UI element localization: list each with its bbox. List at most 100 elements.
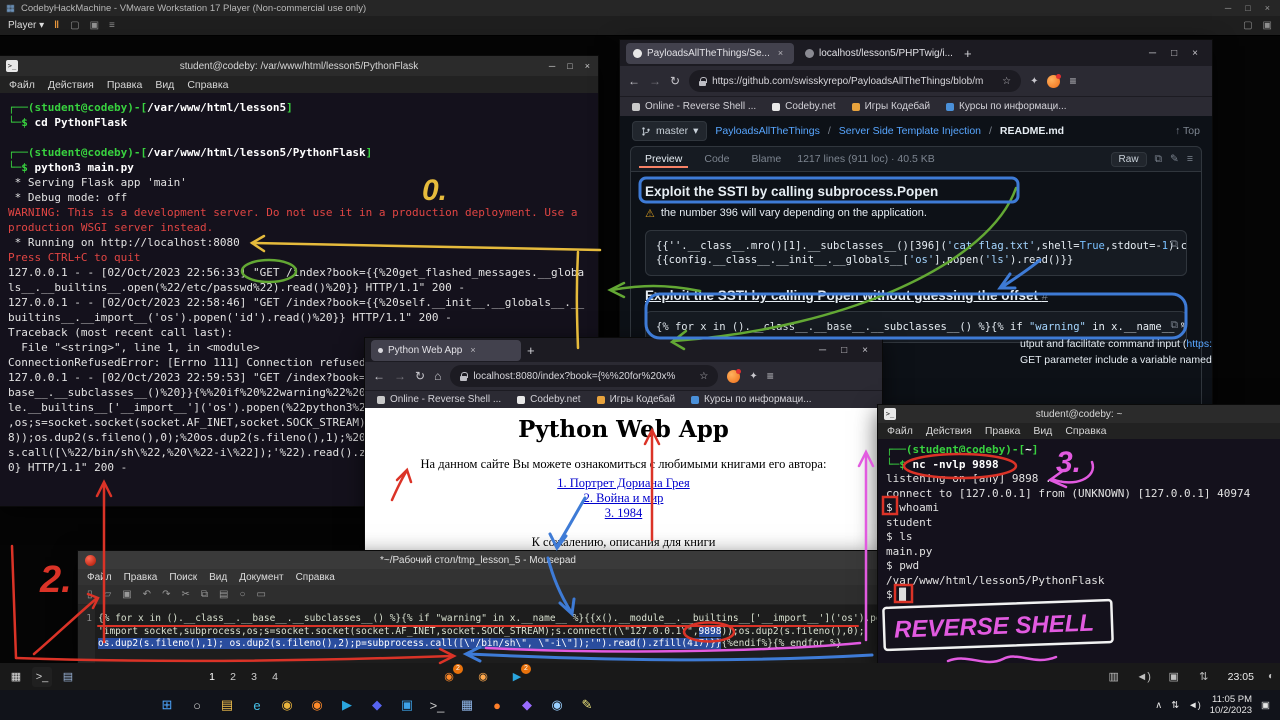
bookmark-item[interactable]: Курсы по информаци... bbox=[691, 394, 812, 405]
vscode-icon[interactable]: ▣ bbox=[395, 693, 419, 717]
send-ctrl-alt-del-button[interactable]: ▢ bbox=[70, 20, 79, 31]
copy-icon[interactable]: ⧉ bbox=[201, 589, 208, 600]
tray-network-icon[interactable]: ⇅ bbox=[1171, 700, 1179, 711]
menu-view[interactable]: Вид bbox=[1033, 425, 1052, 437]
twitter-link[interactable]: https://twitter.com/SecGus bbox=[1186, 338, 1212, 350]
maximize-button[interactable]: □ bbox=[567, 61, 572, 71]
raw-button[interactable]: Raw bbox=[1111, 152, 1147, 167]
terminal1-titlebar[interactable]: >_ student@codeby: /var/www/html/lesson5… bbox=[0, 56, 598, 76]
undo-icon[interactable]: ↶ bbox=[143, 589, 151, 600]
start-button[interactable]: ⊞ bbox=[155, 693, 179, 717]
workspace-1[interactable]: 1 bbox=[206, 671, 218, 683]
maximize-button[interactable]: □ bbox=[1245, 3, 1250, 13]
branch-selector[interactable]: master ▾ bbox=[632, 121, 707, 141]
app-menu-icon[interactable]: ▦ bbox=[6, 667, 26, 687]
firefox-app-icon[interactable]: ◉ bbox=[473, 667, 493, 687]
cut-icon[interactable]: ✂ bbox=[181, 589, 189, 600]
menu-actions[interactable]: Действия bbox=[48, 79, 94, 91]
telegram-icon[interactable]: ▶ bbox=[335, 693, 359, 717]
telegram-app-icon[interactable]: ▶2 bbox=[507, 667, 527, 687]
obsidian-icon[interactable]: ◆ bbox=[515, 693, 539, 717]
search-button[interactable]: ○ bbox=[185, 693, 209, 717]
tab-python-web-app[interactable]: Python Web App × bbox=[371, 340, 521, 361]
extension-fox-icon[interactable] bbox=[1047, 75, 1060, 88]
reload-button[interactable]: ↻ bbox=[415, 369, 425, 383]
vm-clock[interactable]: 23:05 bbox=[1224, 671, 1258, 683]
close-button[interactable]: × bbox=[1192, 48, 1198, 59]
vm-settings-button[interactable]: ▣ bbox=[90, 20, 99, 31]
close-button[interactable]: × bbox=[862, 345, 868, 356]
notepad-icon[interactable]: ✎ bbox=[575, 693, 599, 717]
anchor-link-icon[interactable]: # bbox=[1042, 291, 1048, 303]
menu-help[interactable]: Справка bbox=[1065, 425, 1106, 437]
back-button[interactable]: ← bbox=[628, 74, 640, 88]
menu-file[interactable]: Файл bbox=[887, 425, 913, 437]
menu-edit[interactable]: Правка bbox=[107, 79, 142, 91]
forward-button[interactable]: → bbox=[394, 369, 406, 383]
book-link-3[interactable]: 3. 1984 bbox=[365, 506, 882, 521]
workspace-2[interactable]: 2 bbox=[227, 671, 239, 683]
vm-devices-button[interactable]: ≡ bbox=[109, 20, 115, 31]
tab-preview[interactable]: Preview bbox=[639, 150, 688, 168]
breadcrumb-folder[interactable]: Server Side Template Injection bbox=[839, 125, 981, 137]
minimize-button[interactable]: ─ bbox=[1225, 3, 1231, 13]
bookmark-item[interactable]: Codeby.net bbox=[772, 101, 835, 112]
bookmark-star-icon[interactable]: ☆ bbox=[1002, 76, 1011, 87]
menu-hamburger-icon[interactable]: ≡ bbox=[767, 369, 774, 383]
maximize-button[interactable]: □ bbox=[1171, 48, 1177, 59]
workspace-4[interactable]: 4 bbox=[269, 671, 281, 683]
menu-view[interactable]: Вид bbox=[155, 79, 174, 91]
menu-file[interactable]: Файл bbox=[9, 79, 35, 91]
url-bar[interactable]: https://github.com/swisskyrepo/PayloadsA… bbox=[689, 70, 1021, 92]
burp-icon[interactable]: ● bbox=[485, 693, 509, 717]
paste-icon[interactable]: ▤ bbox=[219, 589, 228, 600]
minimize-button[interactable]: ─ bbox=[1149, 48, 1156, 59]
bookmark-item[interactable]: Игры Кодебай bbox=[597, 394, 675, 405]
mousepad-titlebar[interactable]: *~/Рабочий стол/tmp_lesson_5 - Mousepad bbox=[78, 551, 878, 569]
screenshot-app-icon[interactable]: ◉2 bbox=[439, 667, 459, 687]
steam-icon[interactable]: ◉ bbox=[545, 693, 569, 717]
terminal2-titlebar[interactable]: >_ student@codeby: ~ bbox=[878, 405, 1280, 423]
section-heading-popen-offset[interactable]: Exploit the SSTI by calling Popen withou… bbox=[645, 288, 1187, 303]
save-file-icon[interactable]: ▣ bbox=[122, 589, 131, 600]
fullscreen-button[interactable]: ▣ bbox=[1263, 20, 1272, 31]
discord-icon[interactable]: ◆ bbox=[365, 693, 389, 717]
vm-tray-display-icon[interactable]: ▥ bbox=[1104, 667, 1124, 687]
open-file-icon[interactable]: ▱ bbox=[104, 589, 112, 600]
url-bar[interactable]: localhost:8080/index?book={%%20for%20x% … bbox=[450, 365, 718, 387]
tab-code[interactable]: Code bbox=[698, 150, 735, 168]
home-button[interactable]: ⌂ bbox=[434, 369, 441, 383]
new-tab-button[interactable]: + bbox=[964, 46, 972, 61]
menu-edit[interactable]: Правка bbox=[124, 572, 158, 583]
redo-icon[interactable]: ↷ bbox=[162, 589, 170, 600]
bookmark-item[interactable]: Online - Reverse Shell ... bbox=[632, 101, 756, 112]
new-file-icon[interactable]: ▯ bbox=[87, 589, 93, 600]
tab-close-icon[interactable]: × bbox=[778, 48, 783, 58]
edge-icon[interactable]: e bbox=[245, 693, 269, 717]
file-explorer-icon[interactable]: ▤ bbox=[215, 693, 239, 717]
vm-tray-volume-icon[interactable]: ◄) bbox=[1134, 667, 1154, 687]
menu-help[interactable]: Справка bbox=[296, 572, 335, 583]
bookmark-item[interactable]: Игры Кодебай bbox=[852, 101, 930, 112]
terminal-icon[interactable]: >_ bbox=[425, 693, 449, 717]
terminal2-output[interactable]: ┌──(student@codeby)-[~]└─$ nc -nvlp 9898… bbox=[878, 439, 1280, 663]
new-tab-button[interactable]: + bbox=[527, 343, 535, 358]
unity-mode-button[interactable]: ▢ bbox=[1243, 20, 1252, 31]
copy-file-icon[interactable]: ⧉ bbox=[1155, 153, 1163, 166]
edit-file-icon[interactable]: ✎ bbox=[1170, 153, 1179, 165]
copy-code-icon[interactable]: ⧉ bbox=[1171, 237, 1179, 251]
close-button[interactable]: × bbox=[585, 61, 590, 71]
menu-document[interactable]: Документ bbox=[239, 572, 283, 583]
outline-icon[interactable]: ≡ bbox=[1187, 153, 1193, 165]
forward-button[interactable]: → bbox=[649, 74, 661, 88]
find-icon[interactable]: ○ bbox=[239, 589, 245, 600]
minimize-button[interactable]: ─ bbox=[549, 61, 555, 71]
back-button[interactable]: ← bbox=[373, 369, 385, 383]
vmware-icon[interactable]: ▦ bbox=[455, 693, 479, 717]
chrome-icon[interactable]: ◉ bbox=[275, 693, 299, 717]
menu-search[interactable]: Поиск bbox=[169, 572, 197, 583]
tab-payloadsallthethings[interactable]: PayloadsAllTheThings/Se... × bbox=[626, 43, 794, 64]
tray-caret-icon[interactable]: ∧ bbox=[1155, 700, 1162, 711]
workspace-3[interactable]: 3 bbox=[248, 671, 260, 683]
menu-hamburger-icon[interactable]: ≡ bbox=[1069, 74, 1076, 88]
